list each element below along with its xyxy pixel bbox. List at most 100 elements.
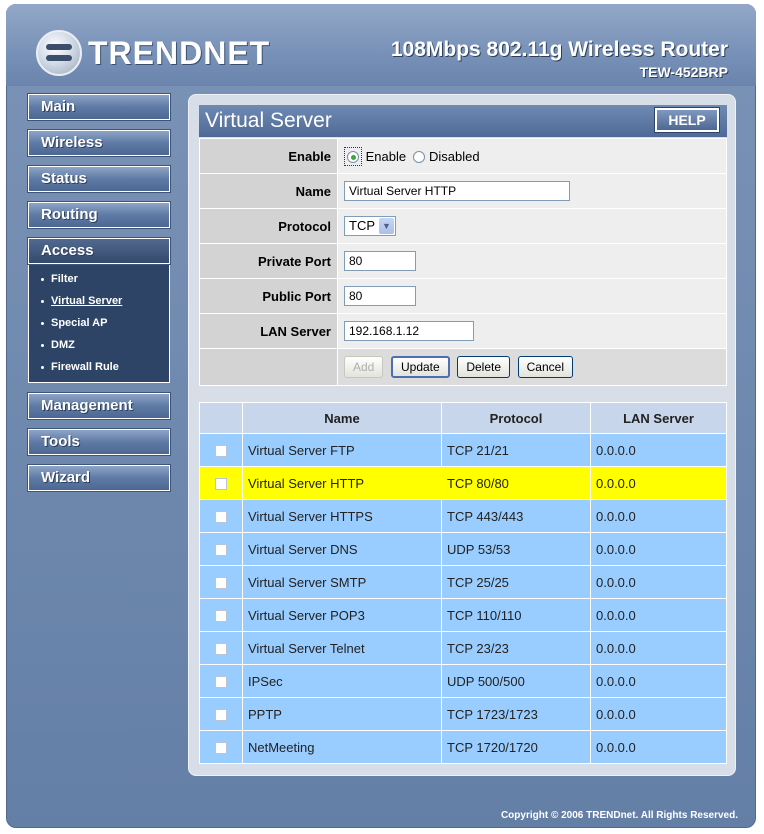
table-row[interactable]: Virtual Server HTTPS TCP 443/443 0.0.0.0 [199, 499, 727, 533]
table-row[interactable]: Virtual Server Telnet TCP 23/23 0.0.0.0 [199, 631, 727, 665]
row-checkbox[interactable] [214, 709, 227, 722]
row-checkbox[interactable] [214, 511, 227, 524]
table-row[interactable]: Virtual Server DNS UDP 53/53 0.0.0.0 [199, 532, 727, 566]
table-row[interactable]: IPSec UDP 500/500 0.0.0.0 [199, 664, 727, 698]
submenu-label: Filter [51, 273, 78, 285]
table-row[interactable]: Virtual Server FTP TCP 21/21 0.0.0.0 [199, 433, 727, 467]
row-name: Virtual Server HTTP [242, 466, 442, 500]
row-name: Virtual Server Telnet [242, 631, 442, 665]
submenu-filter[interactable]: Filter [29, 268, 169, 290]
row-protocol: TCP 1720/1720 [441, 730, 591, 764]
submenu-virtual-server[interactable]: Virtual Server [29, 290, 169, 312]
name-label: Name [199, 173, 338, 209]
enable-radio-focus [344, 146, 362, 166]
row-checkbox-cell [199, 565, 243, 599]
bullet-icon [41, 343, 44, 347]
bullet-icon [41, 321, 44, 325]
row-name: Virtual Server SMTP [242, 565, 442, 599]
column-header-lan-server: LAN Server [590, 402, 727, 434]
row-name: Virtual Server HTTPS [242, 499, 442, 533]
disabled-option-label: Disabled [428, 148, 480, 164]
row-name: NetMeeting [242, 730, 442, 764]
public-port-input[interactable]: 80 [344, 286, 416, 306]
submenu-label: Firewall Rule [51, 361, 119, 373]
submenu-special-ap[interactable]: Special AP [29, 312, 169, 334]
delete-button[interactable]: Delete [457, 356, 510, 378]
virtual-server-form: Enable Enable Disabled Name Virtual Serv… [199, 138, 727, 386]
add-button[interactable]: Add [344, 356, 384, 378]
protocol-label: Protocol [199, 208, 338, 244]
row-checkbox[interactable] [214, 445, 227, 458]
row-checkbox-cell [199, 433, 243, 467]
table-row[interactable]: Virtual Server SMTP TCP 25/25 0.0.0.0 [199, 565, 727, 599]
table-row[interactable]: Virtual Server POP3 TCP 110/110 0.0.0.0 [199, 598, 727, 632]
row-protocol: UDP 53/53 [441, 532, 591, 566]
nav-status[interactable]: Status [27, 165, 171, 193]
protocol-select[interactable]: TCP ▼ [344, 216, 396, 236]
virtual-server-list: Name Protocol LAN Server Virtual Server … [199, 402, 727, 764]
row-name: Virtual Server DNS [242, 532, 442, 566]
row-checkbox-cell [199, 697, 243, 731]
table-row[interactable]: PPTP TCP 1723/1723 0.0.0.0 [199, 697, 727, 731]
row-checkbox[interactable] [214, 643, 227, 656]
cancel-button[interactable]: Cancel [517, 356, 573, 378]
row-protocol: UDP 500/500 [441, 664, 591, 698]
row-protocol: TCP 1723/1723 [441, 697, 591, 731]
row-lan-server: 0.0.0.0 [590, 565, 727, 599]
row-protocol: TCP 21/21 [441, 433, 591, 467]
actions-label-cell [199, 348, 338, 386]
disabled-radio[interactable] [413, 151, 426, 164]
nav-main[interactable]: Main [27, 93, 171, 121]
row-lan-server: 0.0.0.0 [590, 631, 727, 665]
submenu-dmz[interactable]: DMZ [29, 334, 169, 356]
actions-cell: Add Update Delete Cancel [337, 348, 727, 386]
name-input[interactable]: Virtual Server HTTP [344, 181, 570, 201]
enable-radio[interactable] [347, 151, 359, 164]
row-checkbox-cell [199, 631, 243, 665]
nav-access[interactable]: Access [27, 237, 171, 265]
brand-logo: TRENDNET [36, 30, 270, 76]
update-button[interactable]: Update [390, 356, 450, 378]
row-checkbox-cell [199, 532, 243, 566]
row-protocol: TCP 80/80 [441, 466, 591, 500]
nav-wireless[interactable]: Wireless [27, 129, 171, 157]
row-checkbox[interactable] [214, 676, 227, 689]
content-panel: Virtual Server HELP Enable Enable Disabl… [188, 94, 736, 776]
nav-wizard[interactable]: Wizard [27, 464, 171, 492]
private-port-input[interactable]: 80 [344, 251, 416, 271]
row-checkbox[interactable] [214, 742, 227, 755]
row-checkbox-cell [199, 664, 243, 698]
row-protocol: TCP 443/443 [441, 499, 591, 533]
copyright: Copyright © 2006 TRENDnet. All Rights Re… [500, 810, 738, 821]
row-lan-server: 0.0.0.0 [590, 664, 727, 698]
lan-server-input[interactable]: 192.168.1.12 [344, 321, 474, 341]
submenu-label: DMZ [51, 339, 75, 351]
row-checkbox-cell [199, 466, 243, 500]
nav-routing[interactable]: Routing [27, 201, 171, 229]
table-row[interactable]: NetMeeting TCP 1720/1720 0.0.0.0 [199, 730, 727, 764]
header: TRENDNET 108Mbps 802.11g Wireless Router… [6, 4, 756, 86]
row-checkbox[interactable] [214, 478, 227, 491]
row-lan-server: 0.0.0.0 [590, 730, 727, 764]
table-row[interactable]: Virtual Server HTTP TCP 80/80 0.0.0.0 [199, 466, 727, 500]
row-protocol: TCP 23/23 [441, 631, 591, 665]
public-port-label: Public Port [199, 278, 338, 314]
row-checkbox-cell [199, 499, 243, 533]
bullet-icon [41, 365, 44, 369]
checkbox-header [199, 402, 243, 434]
row-checkbox[interactable] [214, 577, 227, 590]
chevron-down-icon: ▼ [379, 218, 394, 234]
row-name: Virtual Server POP3 [242, 598, 442, 632]
nav-tools[interactable]: Tools [27, 428, 171, 456]
submenu-firewall-rule[interactable]: Firewall Rule [29, 356, 169, 378]
help-button[interactable]: HELP [654, 107, 720, 133]
row-checkbox[interactable] [214, 610, 227, 623]
list-body: Virtual Server FTP TCP 21/21 0.0.0.0 Virtua… [199, 433, 727, 764]
nav-management[interactable]: Management [27, 392, 171, 420]
trendnet-logo-icon [36, 30, 82, 76]
column-header-name: Name [242, 402, 442, 434]
row-name: Virtual Server FTP [242, 433, 442, 467]
access-submenu: Filter Virtual Server Special AP DMZ Fir… [28, 264, 170, 383]
row-checkbox[interactable] [214, 544, 227, 557]
row-lan-server: 0.0.0.0 [590, 433, 727, 467]
